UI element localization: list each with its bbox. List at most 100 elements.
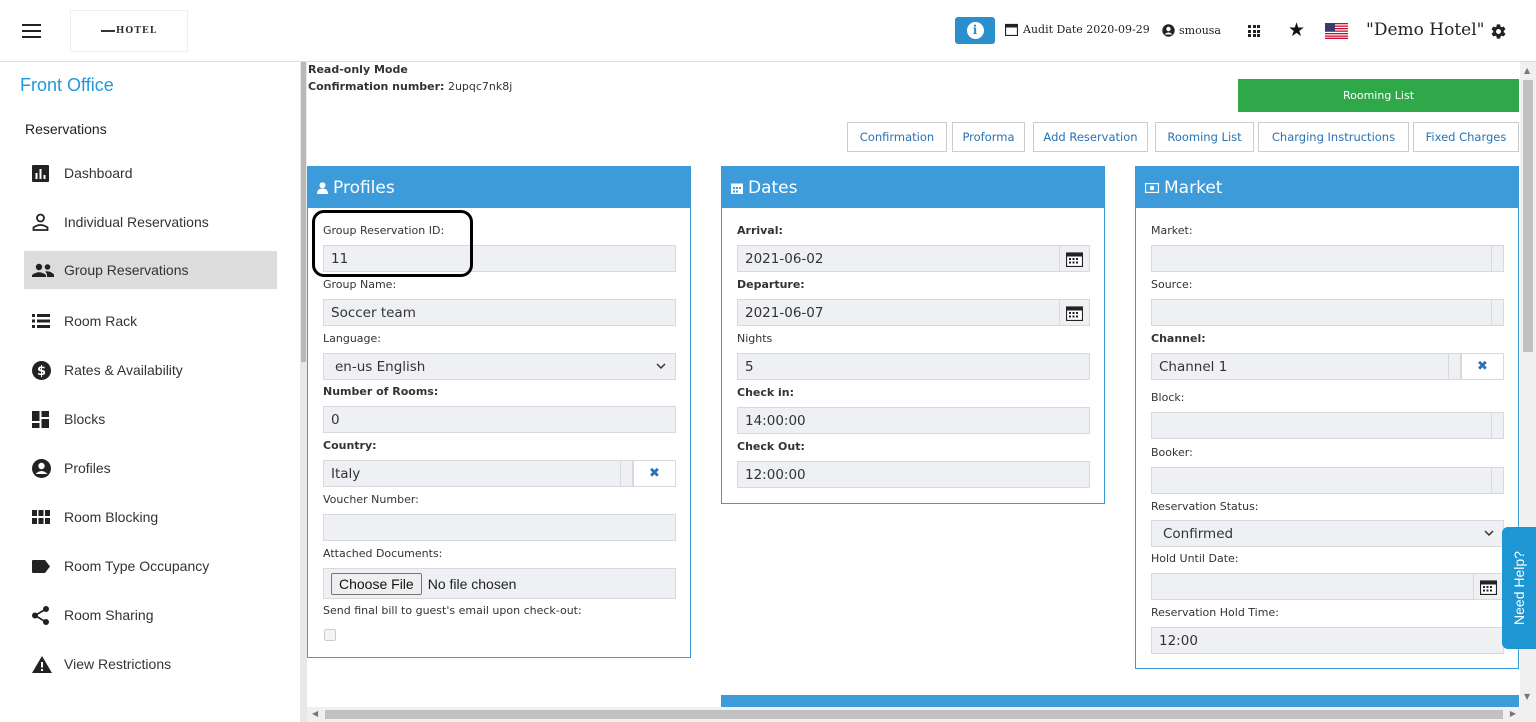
reservation-status-value: Confirmed — [1163, 525, 1234, 542]
dates-panel-header: Dates — [722, 167, 1104, 208]
clear-channel-button[interactable]: ✖ — [1461, 353, 1504, 380]
sidebar-item-individual-reservations[interactable]: Individual Reservations — [24, 203, 277, 241]
chevron-down-icon — [656, 363, 666, 370]
file-upload-field[interactable]: Choose File No file chosen — [323, 568, 676, 599]
arrival-date-field[interactable]: 2021-06-02 — [737, 245, 1090, 272]
departure-date-field[interactable]: 2021-06-07 — [737, 299, 1090, 326]
market-field[interactable] — [1151, 245, 1504, 272]
add-reservation-button[interactable]: Add Reservation — [1033, 122, 1148, 152]
hotel-logo[interactable]: HOTEL — [70, 10, 188, 52]
reservation-status-select[interactable]: Confirmed — [1151, 520, 1504, 547]
sidebar-item-blocks[interactable]: Blocks — [24, 400, 277, 438]
arrival-label: Arrival: — [737, 224, 783, 237]
gear-icon[interactable] — [1490, 23, 1507, 40]
username: smousa — [1179, 24, 1221, 37]
calendar-icon — [1480, 579, 1497, 595]
sidebar-item-view-restrictions[interactable]: View Restrictions — [24, 645, 277, 683]
apps-grid-icon[interactable] — [1248, 25, 1260, 37]
bar-chart-icon — [24, 164, 64, 182]
number-of-rooms-field[interactable]: 0 — [323, 406, 676, 433]
sidebar-item-dashboard[interactable]: Dashboard — [24, 154, 277, 192]
info-button[interactable]: i — [955, 17, 995, 44]
block-dropdown-handle[interactable] — [1491, 413, 1503, 438]
confirmation-button[interactable]: Confirmation — [847, 122, 947, 152]
calendar-icon — [1066, 305, 1083, 321]
us-flag-icon[interactable] — [1325, 23, 1348, 39]
arrival-calendar-button[interactable] — [1059, 246, 1089, 271]
nights-value: 5 — [745, 358, 754, 375]
sidebar-item-room-blocking[interactable]: Room Blocking — [24, 498, 277, 536]
booker-field[interactable] — [1151, 467, 1504, 494]
block-label: Block: — [1151, 391, 1185, 404]
country-dropdown-handle[interactable] — [620, 461, 632, 486]
source-field[interactable] — [1151, 299, 1504, 326]
scroll-down-arrow[interactable]: ▼ — [1524, 692, 1530, 701]
star-icon[interactable]: ★ — [1288, 19, 1305, 41]
charging-instructions-button[interactable]: Charging Instructions — [1258, 122, 1409, 152]
group-name-field[interactable]: Soccer team — [323, 299, 676, 326]
language-select[interactable]: en-us English — [323, 353, 676, 380]
channel-dropdown-handle[interactable] — [1448, 354, 1460, 379]
group-icon — [24, 263, 64, 277]
booker-dropdown-handle[interactable] — [1491, 468, 1503, 493]
scroll-left-arrow[interactable]: ◀ — [312, 709, 318, 718]
sidebar-item-room-type-occupancy[interactable]: Room Type Occupancy — [24, 547, 277, 585]
number-of-rooms-label: Number of Rooms: — [323, 385, 439, 398]
main-vertical-scrollbar-thumb[interactable] — [1523, 80, 1533, 352]
need-help-button[interactable]: Need Help? — [1502, 527, 1536, 649]
market-dropdown-handle[interactable] — [1491, 246, 1503, 271]
sidebar-item-group-reservations[interactable]: Group Reservations — [24, 251, 277, 289]
hotel-name[interactable]: "Demo Hotel" — [1366, 20, 1484, 40]
rooming-list-primary-button[interactable]: Rooming List — [1238, 79, 1519, 112]
user-menu[interactable]: smousa — [1162, 24, 1221, 37]
scroll-up-arrow[interactable]: ▲ — [1524, 66, 1530, 75]
sidebar-title[interactable]: Front Office — [20, 75, 114, 96]
sidebar-item-profiles[interactable]: Profiles — [24, 449, 277, 487]
reservation-hold-time-value: 12:00 — [1159, 632, 1198, 649]
profiles-panel-header: Profiles — [308, 167, 690, 208]
nights-field[interactable]: 5 — [737, 353, 1090, 380]
source-dropdown-handle[interactable] — [1491, 300, 1503, 325]
main-horizontal-scrollbar-thumb[interactable] — [325, 710, 1503, 719]
departure-calendar-button[interactable] — [1059, 300, 1089, 325]
number-of-rooms-value: 0 — [331, 411, 340, 428]
audit-date: Audit Date 2020-09-29 — [1005, 23, 1150, 36]
sidebar-item-room-sharing[interactable]: Room Sharing — [24, 596, 277, 634]
close-icon: ✖ — [649, 466, 660, 481]
sidebar-item-room-rack[interactable]: Room Rack — [24, 302, 277, 340]
channel-field[interactable]: Channel 1 — [1151, 353, 1461, 380]
reservation-hold-time-field[interactable]: 12:00 — [1151, 627, 1504, 654]
voucher-number-field[interactable] — [323, 514, 676, 541]
send-bill-label: Send final bill to guest's email upon ch… — [323, 604, 582, 617]
sidebar-item-rates-availability[interactable]: $ Rates & Availability — [24, 351, 277, 389]
fixed-charges-button[interactable]: Fixed Charges — [1413, 122, 1519, 152]
choose-file-button[interactable]: Choose File — [331, 572, 422, 595]
menu-icon[interactable] — [22, 24, 41, 38]
clear-country-button[interactable]: ✖ — [633, 460, 676, 487]
scroll-right-arrow[interactable]: ▶ — [1510, 709, 1516, 718]
chevron-down-icon — [1484, 530, 1494, 537]
check-in-field[interactable]: 14:00:00 — [737, 407, 1090, 434]
sidebar-scrollbar[interactable] — [300, 62, 307, 722]
main-horizontal-scrollbar[interactable]: ◀ ▶ — [307, 707, 1536, 722]
country-label: Country: — [323, 439, 377, 452]
hold-until-date-field[interactable] — [1151, 573, 1504, 600]
next-panel-header — [721, 695, 1519, 707]
country-field[interactable]: Italy — [323, 460, 633, 487]
check-in-value: 14:00:00 — [745, 412, 806, 429]
confirmation-number-label: Confirmation number: — [308, 80, 445, 93]
check-out-field[interactable]: 12:00:00 — [737, 461, 1090, 488]
hold-date-calendar-button[interactable] — [1473, 574, 1503, 599]
block-field[interactable] — [1151, 412, 1504, 439]
channel-value: Channel 1 — [1159, 358, 1228, 375]
sidebar-item-label: Profiles — [64, 460, 111, 476]
money-icon — [1145, 182, 1159, 193]
rooming-list-button[interactable]: Rooming List — [1155, 122, 1254, 152]
proforma-button[interactable]: Proforma — [952, 122, 1025, 152]
svg-text:$: $ — [37, 364, 46, 379]
send-bill-checkbox[interactable] — [324, 629, 336, 641]
share-icon — [24, 605, 64, 625]
language-value: en-us English — [335, 358, 426, 375]
sidebar-scrollbar-thumb[interactable] — [301, 62, 306, 362]
dates-title: Dates — [748, 177, 798, 198]
